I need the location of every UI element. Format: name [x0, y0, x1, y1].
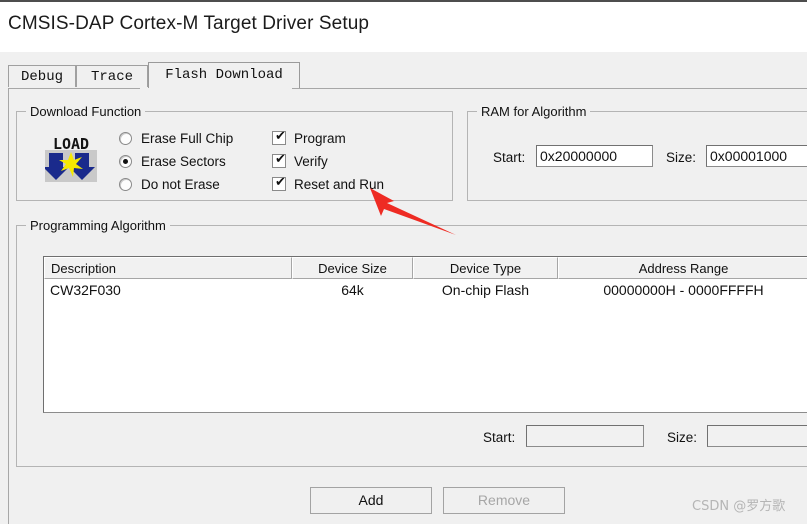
- checkbox-verify-indicator[interactable]: ✔: [272, 152, 286, 168]
- add-button[interactable]: Add: [310, 487, 432, 514]
- checkmark-icon: ✔: [275, 129, 286, 144]
- ram-start-input[interactable]: 0x20000000: [536, 145, 653, 167]
- listview-header-row: Description Device Size Device Type Addr…: [44, 257, 807, 279]
- checkbox-program-indicator[interactable]: ✔: [272, 129, 286, 145]
- radio-selected-dot: [123, 159, 128, 164]
- radio-do-not-erase-indicator[interactable]: [119, 178, 132, 191]
- column-header-device-type[interactable]: Device Type: [413, 257, 558, 279]
- cell-device-size: 64k: [341, 282, 364, 298]
- radio-erase-sectors-label: Erase Sectors: [141, 154, 226, 169]
- algorithm-start-label: Start:: [483, 430, 516, 445]
- radio-erase-full-chip-indicator[interactable]: [119, 132, 132, 145]
- algorithm-size-input[interactable]: [707, 425, 807, 447]
- column-header-description[interactable]: Description: [44, 257, 292, 279]
- ram-start-label: Start:: [493, 150, 526, 165]
- tab-flash-download[interactable]: Flash Download: [148, 62, 300, 88]
- algorithm-size-label: Size:: [667, 430, 698, 445]
- tab-trace[interactable]: Trace: [76, 65, 148, 87]
- svg-text:LOAD: LOAD: [53, 135, 89, 153]
- column-header-device-size[interactable]: Device Size: [292, 257, 413, 279]
- download-function-legend: Download Function: [26, 104, 146, 119]
- checkmark-icon: ✔: [275, 175, 286, 190]
- algorithm-start-input[interactable]: [526, 425, 644, 447]
- ram-for-algorithm-group: RAM for Algorithm Start: 0x20000000 Size…: [467, 104, 807, 201]
- ram-size-label: Size:: [666, 150, 697, 165]
- load-icon: LOAD: [43, 134, 97, 182]
- checkmark-icon: ✔: [275, 152, 286, 167]
- ram-for-algorithm-legend: RAM for Algorithm: [477, 104, 591, 119]
- remove-button: Remove: [443, 487, 565, 514]
- download-function-group: Download Function LOAD Erase Full Chip E…: [16, 104, 453, 201]
- programming-algorithm-group: Programming Algorithm Description Device…: [16, 218, 807, 467]
- table-row[interactable]: CW32F030 64k On-chip Flash 00000000H - 0…: [44, 280, 807, 302]
- tab-debug[interactable]: Debug: [8, 65, 76, 87]
- radio-do-not-erase-label: Do not Erase: [141, 177, 220, 192]
- watermark-text: CSDN @罗方歌: [692, 499, 786, 514]
- column-header-address-range[interactable]: Address Range: [558, 257, 807, 279]
- programming-algorithm-legend: Programming Algorithm: [26, 218, 170, 233]
- checkbox-program-label: Program: [294, 131, 346, 146]
- dialog-body: Debug Trace Flash Download Download Func…: [0, 52, 807, 524]
- checkbox-reset-and-run-indicator[interactable]: ✔: [272, 175, 286, 191]
- ram-size-input[interactable]: 0x00001000: [706, 145, 807, 167]
- checkbox-reset-and-run-label: Reset and Run: [294, 177, 385, 192]
- cell-description: CW32F030: [50, 282, 121, 298]
- cell-address-range: 00000000H - 0000FFFFH: [603, 282, 764, 298]
- window-title: CMSIS-DAP Cortex-M Target Driver Setup: [8, 13, 370, 34]
- window-top-border: [0, 0, 807, 2]
- cell-device-type: On-chip Flash: [441, 282, 530, 298]
- checkbox-verify-label: Verify: [294, 154, 328, 169]
- radio-erase-full-chip-label: Erase Full Chip: [141, 131, 234, 146]
- programming-algorithm-listview[interactable]: Description Device Size Device Type Addr…: [43, 256, 807, 413]
- driver-setup-window: CMSIS-DAP Cortex-M Target Driver Setup D…: [0, 0, 807, 524]
- radio-erase-sectors-indicator[interactable]: [119, 155, 132, 168]
